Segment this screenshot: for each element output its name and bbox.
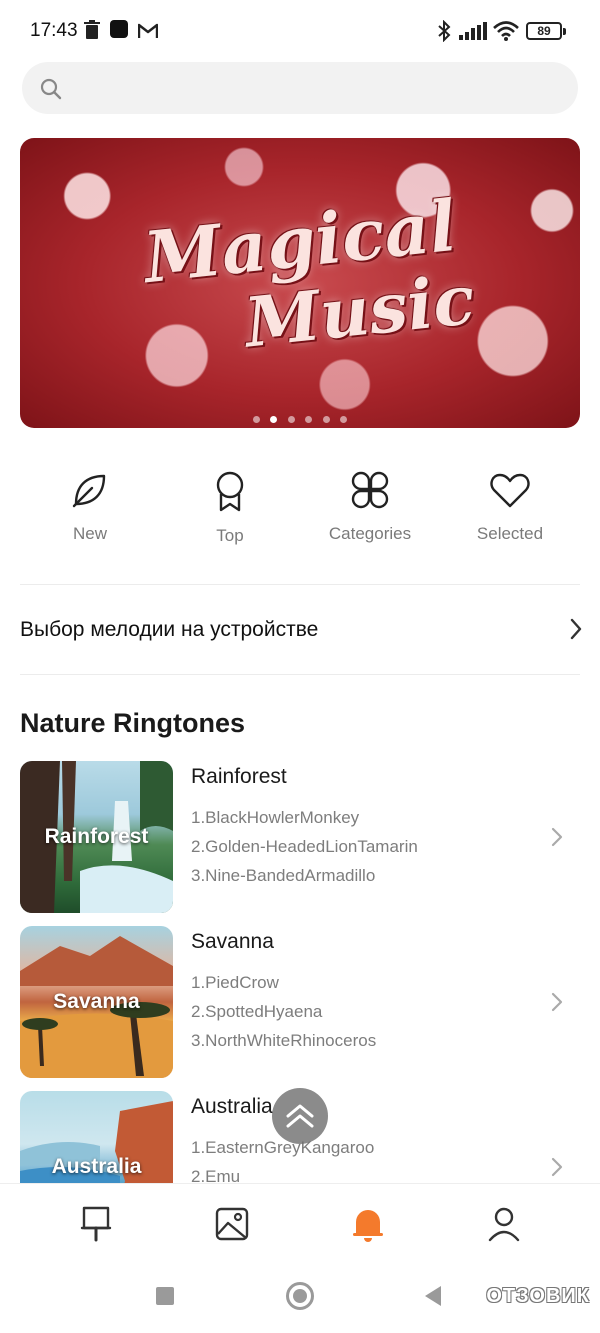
tab-wallpapers[interactable] bbox=[212, 1204, 252, 1244]
carousel-dots bbox=[20, 410, 580, 428]
australia-thumbnail: Australia bbox=[20, 1091, 173, 1183]
carousel-dot bbox=[252, 416, 260, 423]
rainforest-thumbnail: Rainforest bbox=[20, 761, 173, 913]
wifi-icon bbox=[493, 21, 519, 41]
ringtone-collection-name: Savanna bbox=[191, 930, 274, 953]
trash-notification-icon bbox=[84, 20, 100, 39]
ringtone-collection-rainforest[interactable]: Rainforest Rainforest 1.BlackHowlerMonke… bbox=[20, 761, 580, 913]
ringtone-collection-name: Australia bbox=[191, 1095, 273, 1118]
chevron-right-icon bbox=[551, 1157, 563, 1177]
carousel-dot bbox=[322, 416, 330, 423]
clover-grid-icon bbox=[351, 471, 389, 509]
ringtone-track: 3.NorthWhiteRhinoceros bbox=[191, 1031, 377, 1050]
chevron-right-icon bbox=[570, 618, 582, 640]
ringtone-track: 2.Emu bbox=[191, 1167, 241, 1183]
quick-nav-categories-label: Categories bbox=[328, 524, 412, 543]
scroll-to-top-button[interactable] bbox=[272, 1088, 328, 1144]
app-notification-icon bbox=[110, 20, 128, 38]
promo-banner[interactable]: Magical Music bbox=[20, 138, 580, 428]
carousel-dot bbox=[340, 416, 348, 423]
tab-profile[interactable] bbox=[484, 1204, 524, 1244]
home-button[interactable] bbox=[286, 1282, 314, 1310]
gmail-icon bbox=[138, 23, 158, 38]
ringtone-track: 1.BlackHowlerMonkey bbox=[191, 808, 360, 827]
carousel-dot bbox=[287, 416, 295, 423]
heart-icon bbox=[490, 473, 530, 508]
quick-nav-top-label: Top bbox=[216, 526, 244, 545]
ringtone-track: 1.PiedCrow bbox=[191, 973, 279, 992]
rainforest-thumbnail-label: Rainforest bbox=[44, 825, 149, 848]
carousel-dot-active bbox=[270, 416, 278, 423]
ringtone-bell-icon bbox=[353, 1210, 383, 1242]
divider bbox=[20, 584, 580, 585]
chevron-right-icon bbox=[551, 992, 563, 1012]
back-button[interactable] bbox=[424, 1285, 442, 1307]
savanna-thumbnail-label: Savanna bbox=[53, 990, 140, 1013]
leaf-icon bbox=[72, 474, 106, 508]
section-title: Nature Ringtones bbox=[20, 708, 246, 738]
search-icon bbox=[40, 78, 62, 100]
watermark: ОТЗОВИК bbox=[486, 1285, 590, 1307]
australia-thumbnail-label: Australia bbox=[51, 1155, 142, 1178]
tab-themes[interactable] bbox=[76, 1204, 116, 1244]
savanna-thumbnail: Savanna bbox=[20, 926, 173, 1078]
quick-nav-selected[interactable]: Selected bbox=[450, 470, 570, 544]
quick-nav-selected-label: Selected bbox=[476, 524, 544, 543]
battery-indicator: 89 bbox=[526, 22, 566, 40]
ringtone-track: 2.SpottedHyaena bbox=[191, 1002, 323, 1021]
bottom-tab-bar bbox=[0, 1183, 600, 1263]
status-time: 17:43 bbox=[30, 20, 78, 41]
ringtone-collection-savanna[interactable]: Savanna Savanna 1.PiedCrow 2.SpottedHyae… bbox=[20, 926, 580, 1078]
ringtone-track: 3.Nine-BandedArmadillo bbox=[191, 866, 376, 885]
tab-ringtones[interactable] bbox=[348, 1204, 388, 1244]
quick-nav-categories[interactable]: Categories bbox=[310, 470, 430, 544]
divider bbox=[20, 674, 580, 675]
ringtone-track: 1.EasternGreyKangaroo bbox=[191, 1138, 375, 1157]
quick-nav-top[interactable]: Top bbox=[170, 470, 290, 546]
carousel-dot bbox=[305, 416, 313, 423]
double-chevron-up-icon bbox=[286, 1104, 314, 1128]
quick-nav-new-label: New bbox=[72, 524, 107, 543]
signal-icon bbox=[459, 22, 487, 40]
status-bar: 17:43 89 bbox=[0, 0, 600, 62]
recents-button[interactable] bbox=[156, 1287, 174, 1305]
search-input[interactable] bbox=[82, 62, 562, 114]
device-ringtone-picker[interactable]: Выбор мелодии на устройстве bbox=[20, 600, 585, 660]
quick-nav-new[interactable]: New bbox=[30, 470, 150, 544]
chevron-right-icon bbox=[551, 827, 563, 847]
ringtone-collection-name: Rainforest bbox=[191, 765, 287, 788]
theme-brush-icon bbox=[80, 1206, 112, 1242]
search-bar[interactable] bbox=[22, 62, 578, 114]
award-ribbon-icon bbox=[216, 471, 244, 512]
bluetooth-icon bbox=[438, 20, 451, 42]
profile-icon bbox=[488, 1207, 520, 1242]
device-ringtone-picker-label: Выбор мелодии на устройстве bbox=[20, 618, 319, 641]
wallpaper-icon bbox=[215, 1207, 249, 1241]
ringtone-track: 2.Golden-HeadedLionTamarin bbox=[191, 837, 418, 856]
